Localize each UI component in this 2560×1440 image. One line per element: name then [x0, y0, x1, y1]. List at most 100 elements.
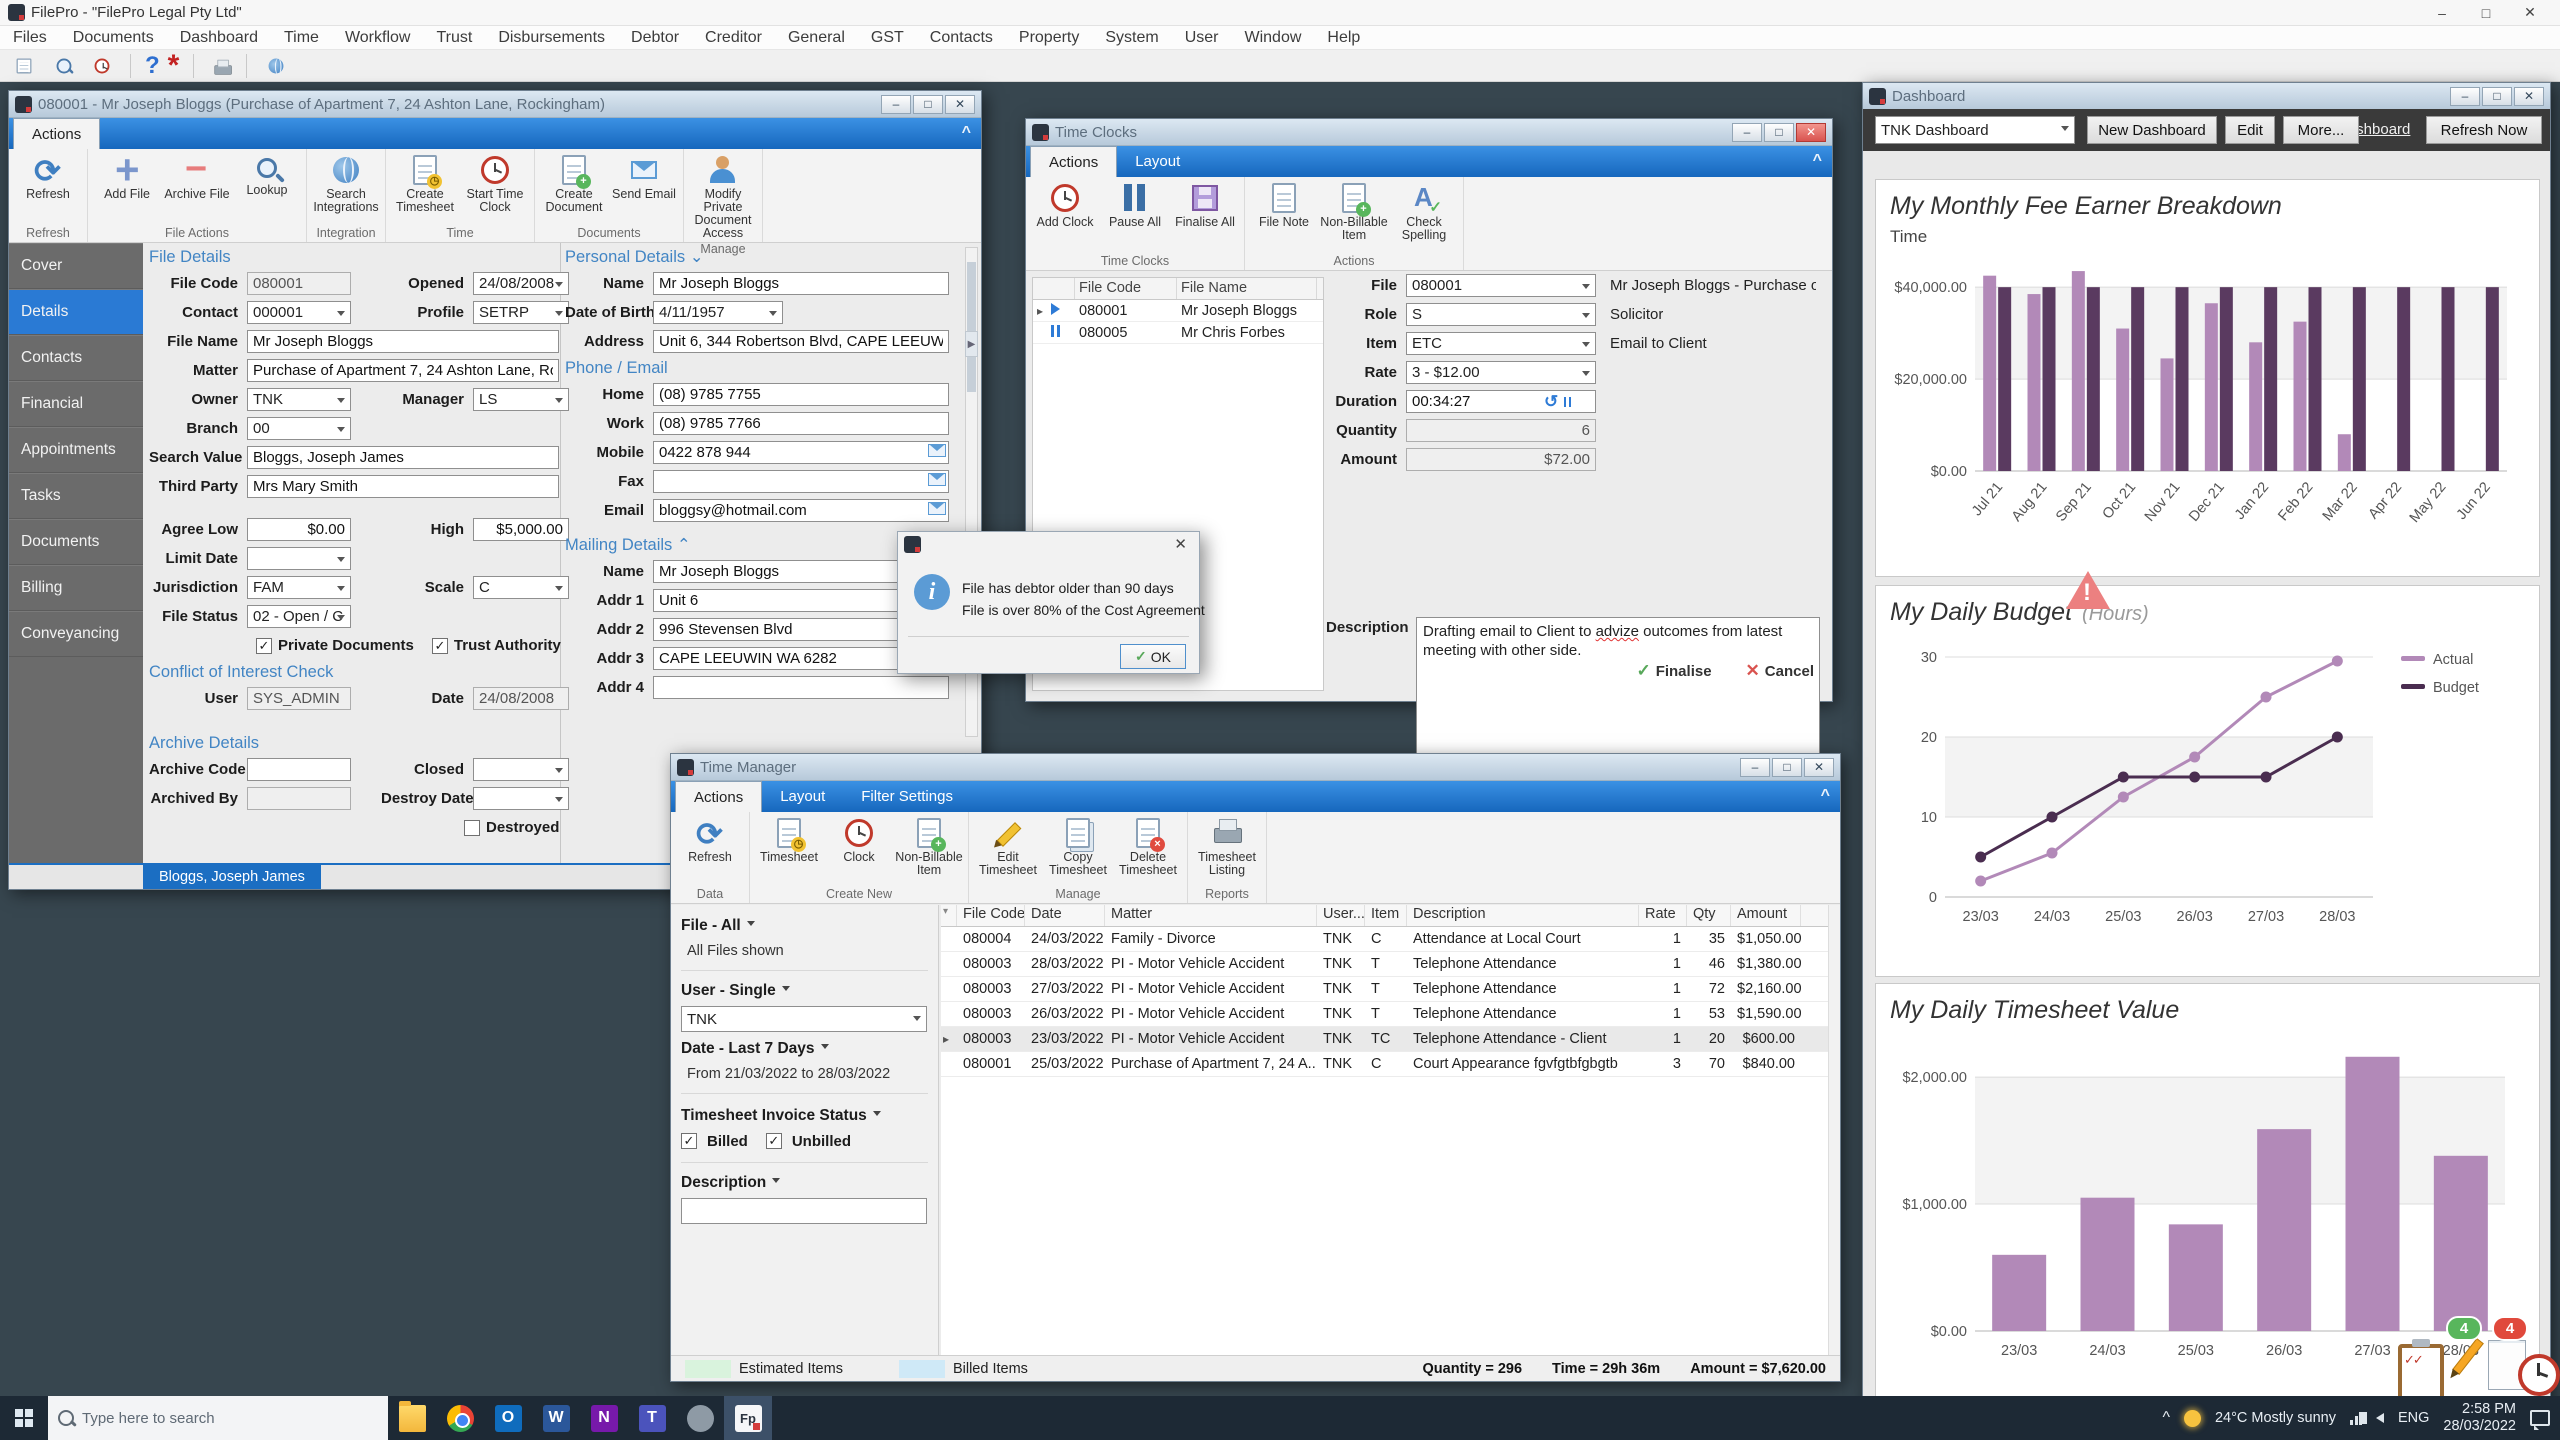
- grid-col-file-code[interactable]: File Code: [1075, 278, 1177, 299]
- name-input[interactable]: [653, 272, 949, 295]
- owner-select[interactable]: TNK: [247, 388, 351, 411]
- refresh-now-button[interactable]: Refresh Now: [2426, 116, 2542, 144]
- jurisdiction-select[interactable]: FAM: [247, 576, 351, 599]
- help-icon[interactable]: ?: [145, 55, 160, 77]
- fw-modify-private-document-access-button[interactable]: Modify Private Document Access: [688, 152, 758, 240]
- dashboard-select[interactable]: TNK Dashboard: [1875, 116, 2075, 144]
- filter-column-icon[interactable]: ▾: [941, 905, 957, 926]
- search_value-input[interactable]: [247, 446, 559, 469]
- user-select[interactable]: TNK: [681, 1006, 927, 1032]
- file_status-select[interactable]: 02 - Open / C: [247, 605, 351, 628]
- alarm-icon[interactable]: [95, 58, 110, 73]
- maximize-button[interactable]: □: [913, 95, 943, 114]
- unbilled-checkbox[interactable]: ✓: [766, 1133, 782, 1149]
- tc-non-billable-item-button[interactable]: Non-Billable Item: [1319, 180, 1389, 242]
- email-icon[interactable]: [928, 502, 946, 515]
- timesheet-row[interactable]: 08000328/03/2022PI - Motor Vehicle Accid…: [941, 952, 1828, 977]
- fw-add-file-button[interactable]: Add File: [92, 152, 162, 201]
- sidebar-item-tasks[interactable]: Tasks: [9, 473, 143, 519]
- menu-disbursements[interactable]: Disbursements: [485, 29, 618, 47]
- dialog-titlebar[interactable]: ✕: [898, 532, 1199, 556]
- menu-dashboard[interactable]: Dashboard: [167, 29, 271, 47]
- maximize-button[interactable]: □: [2464, 1, 2508, 25]
- col-qty[interactable]: Qty: [1687, 905, 1731, 926]
- col-amount[interactable]: Amount: [1731, 905, 1801, 926]
- col-date[interactable]: Date: [1025, 905, 1105, 926]
- role-select[interactable]: S: [1406, 303, 1596, 326]
- billed-checkbox[interactable]: ✓: [681, 1133, 697, 1149]
- tm-non-billable-item-button[interactable]: Non-Billable Item: [894, 815, 964, 877]
- weather-label[interactable]: 24°C Mostly sunny: [2215, 1410, 2336, 1426]
- open-file-tab[interactable]: Bloggs, Joseph James: [143, 865, 321, 889]
- sidebar-item-contacts[interactable]: Contacts: [9, 335, 143, 381]
- email-input[interactable]: [653, 499, 949, 522]
- trust_authority-checkbox[interactable]: ✓: [432, 638, 448, 654]
- edit-button[interactable]: Edit: [2225, 116, 2275, 144]
- search-icon[interactable]: [57, 58, 72, 73]
- app-titlebar[interactable]: FilePro - "FilePro Legal Pty Ltd" – □ ✕: [0, 0, 2560, 26]
- minimize-button[interactable]: –: [2450, 87, 2480, 106]
- col-user[interactable]: User...: [1317, 905, 1365, 926]
- col-file-code[interactable]: File Code: [957, 905, 1025, 926]
- signal-icon[interactable]: [2350, 1412, 2362, 1425]
- sidebar-item-appointments[interactable]: Appointments: [9, 427, 143, 473]
- maximize-button[interactable]: □: [2482, 87, 2512, 106]
- maximize-button[interactable]: □: [1764, 123, 1794, 142]
- filter-user-header[interactable]: User - Single: [681, 978, 928, 1004]
- ok-button[interactable]: ✓OK: [1120, 644, 1186, 669]
- fw-create-timesheet-button[interactable]: Create Timesheet: [390, 152, 460, 214]
- limit_date-select[interactable]: [247, 547, 351, 570]
- minimize-button[interactable]: –: [1740, 758, 1770, 777]
- fw-create-document-button[interactable]: Create Document: [539, 152, 609, 214]
- email-icon[interactable]: [928, 444, 946, 457]
- dob-select[interactable]: 4/11/1957: [653, 301, 783, 324]
- collapse-ribbon-icon[interactable]: ^: [962, 124, 971, 142]
- closed-select[interactable]: [473, 758, 569, 781]
- tm-timesheet-button[interactable]: Timesheet: [754, 815, 824, 864]
- new-dashboard-button[interactable]: New Dashboard: [2087, 116, 2217, 144]
- cancel-button[interactable]: ✕Cancel: [1746, 661, 1814, 681]
- collapse-ribbon-icon[interactable]: ^: [1821, 787, 1830, 805]
- close-button[interactable]: ✕: [1796, 123, 1826, 142]
- agree_low-input[interactable]: [247, 518, 351, 541]
- menu-general[interactable]: General: [775, 29, 858, 47]
- taskbar-app-chrome[interactable]: [436, 1396, 484, 1440]
- tm-edit-timesheet-button[interactable]: Edit Timesheet: [973, 815, 1043, 877]
- fw-start-time-clock-button[interactable]: Start Time Clock: [460, 152, 530, 214]
- menu-files[interactable]: Files: [0, 29, 60, 47]
- tm-delete-timesheet-button[interactable]: Delete Timesheet: [1113, 815, 1183, 877]
- manager-select[interactable]: LS: [473, 388, 569, 411]
- undo-icon[interactable]: ↺: [1544, 392, 1558, 412]
- minimize-button[interactable]: –: [881, 95, 911, 114]
- menu-system[interactable]: System: [1092, 29, 1171, 47]
- taskbar-app-outlook[interactable]: O: [484, 1396, 532, 1440]
- sidebar-item-conveyancing[interactable]: Conveyancing: [9, 611, 143, 657]
- sync-icon[interactable]: [269, 58, 284, 73]
- clock-row[interactable]: ▸080001Mr Joseph Bloggs: [1033, 300, 1323, 322]
- menu-property[interactable]: Property: [1006, 29, 1092, 47]
- work-input[interactable]: [653, 412, 949, 435]
- tm-refresh-button[interactable]: Refresh: [675, 815, 745, 864]
- tm-copy-timesheet-button[interactable]: Copy Timesheet: [1043, 815, 1113, 877]
- filter-date-header[interactable]: Date - Last 7 Days: [681, 1036, 928, 1062]
- sidebar-item-cover[interactable]: Cover: [9, 243, 143, 289]
- tab-filter-settings[interactable]: Filter Settings: [843, 781, 971, 812]
- tc-finalise-all-button[interactable]: Finalise All: [1170, 180, 1240, 229]
- sidebar-item-billing[interactable]: Billing: [9, 565, 143, 611]
- alarm-clock-icon[interactable]: [2518, 1354, 2560, 1396]
- panel-expander-icon[interactable]: ▶: [965, 331, 978, 357]
- tc-add-clock-button[interactable]: Add Clock: [1030, 180, 1100, 229]
- collapse-ribbon-icon[interactable]: ^: [1813, 152, 1822, 170]
- notification-icon[interactable]: [2530, 1410, 2550, 1426]
- timesheet-row[interactable]: 08000424/03/2022Family - DivorceTNKCAtte…: [941, 927, 1828, 952]
- maximize-button[interactable]: □: [1772, 758, 1802, 777]
- search-input[interactable]: Type here to search: [48, 1396, 388, 1440]
- minimize-button[interactable]: –: [2420, 1, 2464, 25]
- fax-input[interactable]: [653, 470, 949, 493]
- taskbar-app-filepro[interactable]: Fp: [724, 1396, 772, 1440]
- menu-time[interactable]: Time: [271, 29, 332, 47]
- rate-select[interactable]: 3 - $12.00: [1406, 361, 1596, 384]
- fw-search-integrations-button[interactable]: Search Integrations: [311, 152, 381, 214]
- tc-pause-all-button[interactable]: Pause All: [1100, 180, 1170, 229]
- tm-timesheet-listing-button[interactable]: Timesheet Listing: [1192, 815, 1262, 877]
